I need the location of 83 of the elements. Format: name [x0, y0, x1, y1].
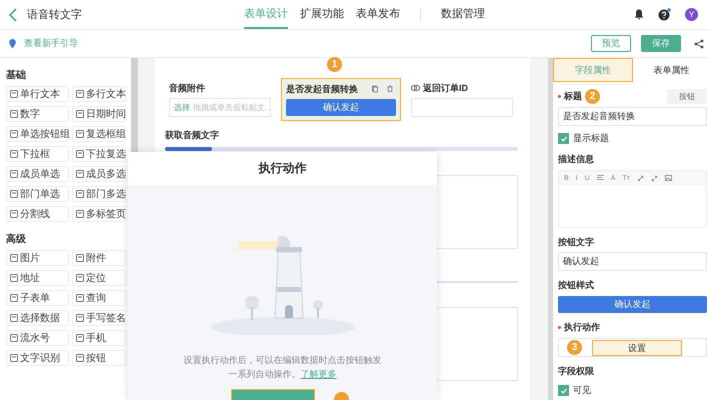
field-type-item[interactable]: 手机: [72, 330, 126, 346]
field-label: 音频附件: [169, 82, 205, 94]
app-title: 语音转文字: [27, 8, 82, 22]
nav-tab[interactable]: 扩展功能: [300, 0, 344, 29]
field-type-label: 手写签名: [86, 312, 126, 325]
section-title: 基础: [6, 68, 27, 82]
title-field[interactable]: 是否发起音频转换: [558, 107, 707, 126]
confirm-button[interactable]: 确认发起: [286, 99, 396, 116]
checkbox-label: 显示标题: [573, 132, 609, 145]
button-text-field[interactable]: 确认发起: [558, 252, 707, 271]
field-label: 返回订单ID: [423, 82, 468, 94]
step-badge: 2: [585, 88, 600, 104]
field-type-item[interactable]: 按钮: [72, 350, 126, 366]
step-badge: 1: [327, 57, 342, 72]
field-type-item[interactable]: 地址: [6, 270, 69, 286]
field-type-label: 手机: [86, 332, 106, 345]
field-type-item[interactable]: 成员单选: [6, 166, 69, 182]
type-tag: 按钮: [667, 88, 707, 104]
field-type-label: 数字: [20, 108, 40, 121]
field-type-item[interactable]: 查询: [72, 290, 126, 306]
field-type-item[interactable]: 下拉复选: [72, 146, 126, 162]
settings-button[interactable]: 设置: [592, 340, 682, 356]
field-label: 获取音频文字: [165, 129, 220, 142]
field-type-item[interactable]: 日期时间: [72, 106, 126, 122]
field-type-label: 多标签页: [86, 208, 126, 221]
field-type-label: 部门单选: [20, 188, 60, 201]
button-style-preview[interactable]: 确认发起: [558, 296, 707, 313]
field-type-label: 下拉框: [20, 148, 50, 161]
step-badge: 3: [567, 340, 582, 355]
field-type-label: 查询: [86, 292, 106, 305]
field-type-item[interactable]: 定位: [72, 270, 126, 286]
field-type-label: 按钮: [86, 352, 106, 365]
dialog-title: 执行动作: [258, 160, 306, 177]
field-type-label: 定位: [86, 272, 106, 285]
field-type-item[interactable]: 图片: [6, 250, 69, 266]
field-type-label: 附件: [86, 252, 106, 265]
field-type-label: 部门多选: [86, 188, 126, 201]
nav-tab[interactable]: 表单发布: [356, 0, 400, 29]
property-label: 标题: [564, 90, 582, 102]
field-type-item[interactable]: 多行文本: [72, 86, 126, 102]
panel-tab[interactable]: 表单属性: [632, 58, 710, 82]
property-label: 字段权限: [558, 365, 595, 378]
field-type-item[interactable]: 部门单选: [6, 186, 69, 202]
field-type-item[interactable]: 多标签页: [72, 206, 126, 222]
field-type-label: 图片: [20, 252, 40, 265]
field-type-item[interactable]: 子表单: [6, 290, 69, 306]
field-type-item[interactable]: 部门多选: [72, 186, 126, 202]
field-type-label: 文字识别: [20, 352, 60, 365]
field-type-label: 单选按钮组: [20, 128, 70, 141]
nav-tab[interactable]: 数据管理: [441, 0, 485, 29]
field-type-item[interactable]: 单行文本: [6, 86, 69, 102]
field-type-label: 日期时间: [86, 108, 126, 121]
field-type-item[interactable]: 数字: [6, 106, 69, 122]
property-label: 按钮样式: [558, 279, 595, 292]
field-label: 是否发起音频转换: [286, 82, 358, 96]
property-label: 执行动作: [564, 320, 600, 334]
field-type-label: 分割线: [20, 208, 50, 221]
user-avatar[interactable]: Y: [685, 8, 698, 21]
field-type-label: 单行文本: [20, 88, 60, 101]
field-type-item[interactable]: 选择数据: [6, 310, 69, 326]
field-type-item[interactable]: 分割线: [6, 206, 69, 222]
field-type-item[interactable]: 文字识别: [6, 350, 69, 366]
field-type-item[interactable]: 复选框组: [72, 126, 126, 142]
field-type-label: 多行文本: [86, 88, 126, 101]
field-type-item[interactable]: 流水号: [6, 330, 69, 346]
property-label: 描述信息: [558, 153, 595, 166]
field-type-label: 选择数据: [20, 312, 60, 325]
field-type-label: 复选框组: [86, 128, 126, 141]
field-type-label: 子表单: [20, 292, 50, 305]
field-type-label: 成员单选: [20, 168, 60, 181]
property-label: 按钮文字: [558, 236, 595, 249]
section-title: 高级: [6, 232, 27, 246]
field-type-item[interactable]: 单选按钮组: [6, 126, 69, 142]
field-type-label: 流水号: [20, 332, 50, 345]
field-type-label: 成员多选: [86, 168, 126, 181]
field-type-item[interactable]: 下拉框: [6, 146, 69, 162]
field-type-item[interactable]: 附件: [72, 250, 126, 266]
dialog-description: 设置执行动作后，可以在编辑数据时点击按钮触发一系列自动操作。了解更多: [182, 354, 382, 381]
field-type-item[interactable]: 成员多选: [72, 166, 126, 182]
field-type-label: 下拉复选: [86, 148, 126, 161]
checkbox-label: 可见: [573, 384, 591, 397]
field-type-item[interactable]: 手写签名: [72, 310, 126, 326]
field-type-label: 地址: [20, 272, 40, 285]
